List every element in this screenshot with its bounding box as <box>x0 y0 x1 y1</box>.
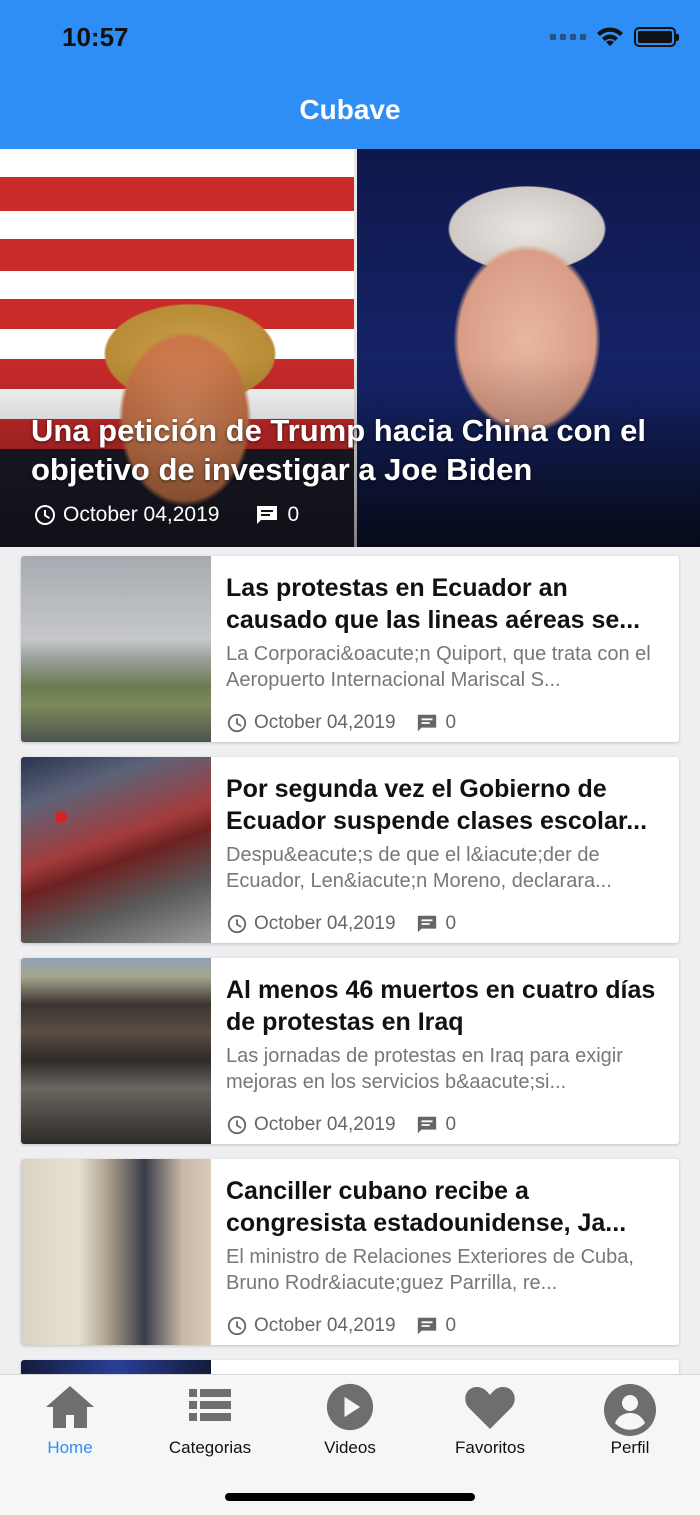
article-card[interactable]: Canciller cubano recibe a congresista es… <box>21 1159 679 1345</box>
clock-icon <box>227 914 247 934</box>
article-comment-count: 0 <box>445 1315 457 1336</box>
article-title: Las protestas en Ecuador an causado que … <box>226 574 641 634</box>
article-thumbnail <box>21 958 211 1144</box>
article-summary: El ministro de Relaciones Exteriores de … <box>226 1246 634 1294</box>
battery-icon <box>634 27 679 47</box>
article-date: October 04,2019 <box>254 913 396 934</box>
status-time: 10:57 <box>62 22 129 52</box>
article-meta: October 04,2019 0 <box>226 1315 456 1337</box>
status-icons <box>550 26 679 48</box>
article-thumbnail <box>21 556 211 742</box>
tab-perfil[interactable]: Perfil <box>570 1383 690 1458</box>
tab-label: Favoritos <box>455 1438 525 1457</box>
article-comments[interactable]: 0 <box>416 1114 457 1136</box>
clock-icon <box>35 505 55 525</box>
home-icon <box>46 1386 94 1428</box>
comment-icon <box>417 1116 436 1134</box>
article-title: Al menos 46 muertos en cuatro días de pr… <box>226 976 656 1036</box>
article-meta: October 04,2019 0 <box>226 913 456 935</box>
article-card[interactable]: Al menos 46 muertos en cuatro días de pr… <box>21 958 679 1144</box>
article-date: October 04,2019 <box>254 712 396 733</box>
article-date: October 04,2019 <box>254 1114 396 1135</box>
cellular-signal-icon <box>550 34 586 40</box>
comment-icon <box>417 915 436 933</box>
comment-icon <box>417 1317 436 1335</box>
comment-icon <box>417 714 436 732</box>
article-comment-count: 0 <box>445 1114 457 1135</box>
top-bar: 10:57 Cubave <box>0 0 700 149</box>
featured-comments[interactable]: 0 <box>255 503 299 527</box>
tab-label: Home <box>47 1438 93 1457</box>
featured-date: October 04,2019 <box>63 503 220 526</box>
tab-home[interactable]: Home <box>10 1383 130 1458</box>
app-title: Cubave <box>299 94 401 125</box>
tab-videos[interactable]: Videos <box>290 1383 410 1458</box>
article-meta: October 04,2019 0 <box>226 1114 456 1136</box>
article-comments[interactable]: 0 <box>416 913 457 935</box>
wifi-icon <box>597 27 623 46</box>
tab-label: Videos <box>324 1438 376 1457</box>
article-title: Por segunda vez el Gobierno de Ecuador s… <box>226 775 648 835</box>
article-summary: Despu&eacute;s de que el l&iacute;der de… <box>226 844 612 892</box>
article-date: October 04,2019 <box>254 1315 396 1336</box>
article-card[interactable]: Por segunda vez el Gobierno de Ecuador s… <box>21 757 679 943</box>
article-meta: October 04,2019 0 <box>226 712 456 734</box>
article-card[interactable]: Las protestas en Ecuador an causado que … <box>21 556 679 742</box>
article-summary: La Corporaci&oacute;n Quiport, que trata… <box>226 643 651 691</box>
featured-comment-count: 0 <box>287 503 300 526</box>
clock-icon <box>227 1316 247 1336</box>
article-thumbnail <box>21 757 211 943</box>
featured-meta: October 04,2019 0 <box>33 503 299 527</box>
article-thumbnail <box>21 1159 211 1345</box>
tab-favoritos[interactable]: Favoritos <box>430 1383 550 1458</box>
tab-label: Categorias <box>168 1438 252 1457</box>
clock-icon <box>227 713 247 733</box>
article-comments[interactable]: 0 <box>416 1315 457 1337</box>
heart-icon <box>465 1387 515 1429</box>
user-icon <box>604 1384 656 1436</box>
comment-icon <box>257 506 278 524</box>
article-comment-count: 0 <box>445 712 457 733</box>
article-title: Canciller cubano recibe a congresista es… <box>226 1177 627 1237</box>
play-icon <box>326 1383 374 1431</box>
tab-label: Perfil <box>610 1438 650 1457</box>
tab-categorias[interactable]: Categorias <box>150 1383 270 1458</box>
featured-title[interactable]: Una petición de Trump hacia China con el… <box>31 411 681 489</box>
article-summary: Las jornadas de protestas en Iraq para e… <box>226 1045 623 1093</box>
article-comment-count: 0 <box>445 913 457 934</box>
list-icon <box>189 1389 231 1421</box>
clock-icon <box>227 1115 247 1135</box>
article-comments[interactable]: 0 <box>416 712 457 734</box>
home-indicator <box>225 1493 475 1501</box>
featured-article[interactable]: Una petición de Trump hacia China con el… <box>0 149 700 547</box>
